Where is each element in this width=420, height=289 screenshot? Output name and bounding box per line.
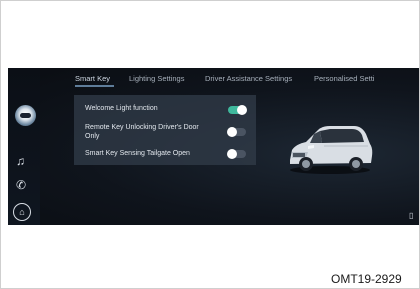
phone-icon[interactable]: ✆ xyxy=(16,179,26,191)
welcome-light-toggle[interactable] xyxy=(228,105,247,115)
tailgate-sensing-toggle[interactable] xyxy=(227,149,246,159)
tab-personalised-settings[interactable]: Personalised Setti xyxy=(314,74,374,83)
setting-label: Smart Key Sensing Tailgate Open xyxy=(85,150,190,157)
infotainment-screen: ♫ ✆ ⌂ Smart Key Lighting Settings Driver… xyxy=(8,68,419,225)
tab-driver-assistance-settings[interactable]: Driver Assistance Settings xyxy=(205,74,292,83)
setting-label-line2: Only xyxy=(85,132,100,140)
toggle-knob xyxy=(227,127,237,137)
tab-bar: Smart Key Lighting Settings Driver Assis… xyxy=(74,74,419,88)
tab-smart-key[interactable]: Smart Key xyxy=(75,74,110,83)
setting-label: Welcome Light function xyxy=(85,105,158,112)
voice-assistant-icon[interactable] xyxy=(15,105,36,126)
vehicle-image xyxy=(290,126,373,174)
home-icon[interactable]: ⌂ xyxy=(13,203,31,221)
sidebar: ♫ ✆ ⌂ xyxy=(8,68,40,225)
active-tab-indicator xyxy=(75,85,114,87)
tab-lighting-settings[interactable]: Lighting Settings xyxy=(129,74,184,83)
cup-holder-icon[interactable]: ▯ xyxy=(409,211,413,220)
toggle-knob xyxy=(227,149,237,159)
music-icon[interactable]: ♫ xyxy=(16,155,25,167)
setting-label: Remote Key Unlocking Driver's Door xyxy=(85,124,199,131)
remote-key-unlocking-toggle[interactable] xyxy=(227,127,246,137)
settings-panel: Welcome Light function Remote Key Unlock… xyxy=(74,95,256,165)
figure-code: OMT19-2929 xyxy=(331,272,402,286)
figure-frame: ♫ ✆ ⌂ Smart Key Lighting Settings Driver… xyxy=(0,0,420,289)
toggle-knob xyxy=(237,105,247,115)
